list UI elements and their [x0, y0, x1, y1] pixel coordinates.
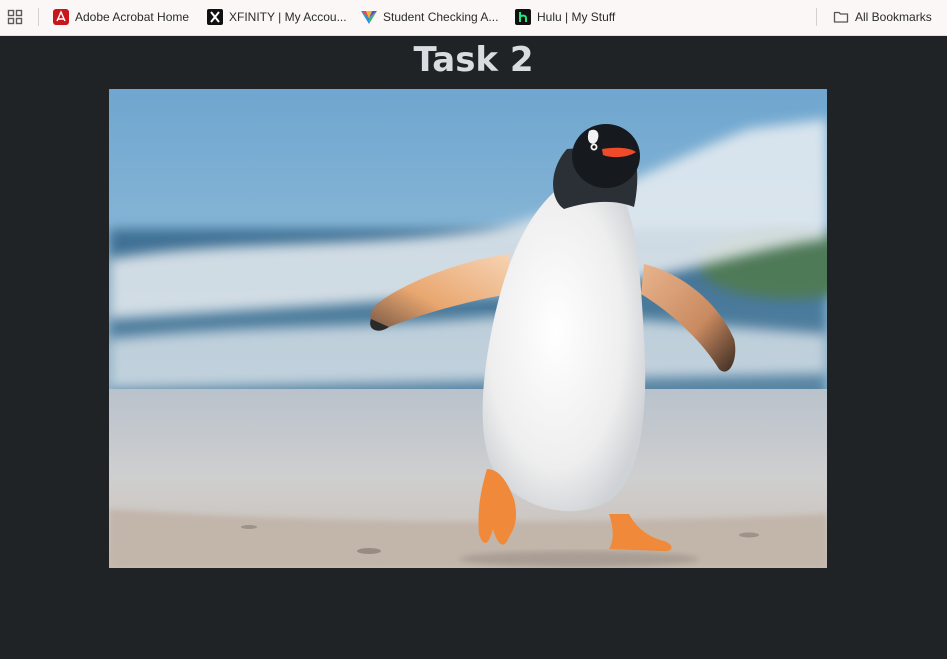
colorful-v-icon [361, 9, 377, 25]
page-title: Task 2 [413, 40, 534, 80]
hulu-icon [515, 9, 531, 25]
bookmarks-divider [816, 8, 817, 26]
bookmark-label: Adobe Acrobat Home [75, 10, 190, 24]
bookmark-hulu[interactable]: Hulu | My Stuff [515, 7, 615, 27]
bookmark-label: Student Checking A... [383, 10, 499, 24]
folder-icon [833, 9, 849, 25]
bookmark-adobe-acrobat[interactable]: Adobe Acrobat Home [53, 7, 189, 27]
x-logo-icon [207, 9, 223, 25]
adobe-acrobat-icon [53, 9, 69, 25]
penguin-photo [109, 89, 827, 568]
bookmarks-bar: Adobe Acrobat Home XFINITY | My Accou...… [0, 0, 947, 36]
bookmark-label: XFINITY | My Accou... [229, 10, 347, 24]
bookmark-student-checking[interactable]: Student Checking A... [361, 7, 498, 27]
bookmark-label: Hulu | My Stuff [537, 10, 616, 24]
all-bookmarks-button[interactable]: All Bookmarks [833, 7, 932, 27]
all-bookmarks-label: All Bookmarks [855, 10, 932, 24]
apps-grid-icon[interactable] [6, 8, 24, 26]
bookmark-xfinity[interactable]: XFINITY | My Accou... [207, 7, 347, 27]
bookmarks-divider [38, 8, 39, 26]
